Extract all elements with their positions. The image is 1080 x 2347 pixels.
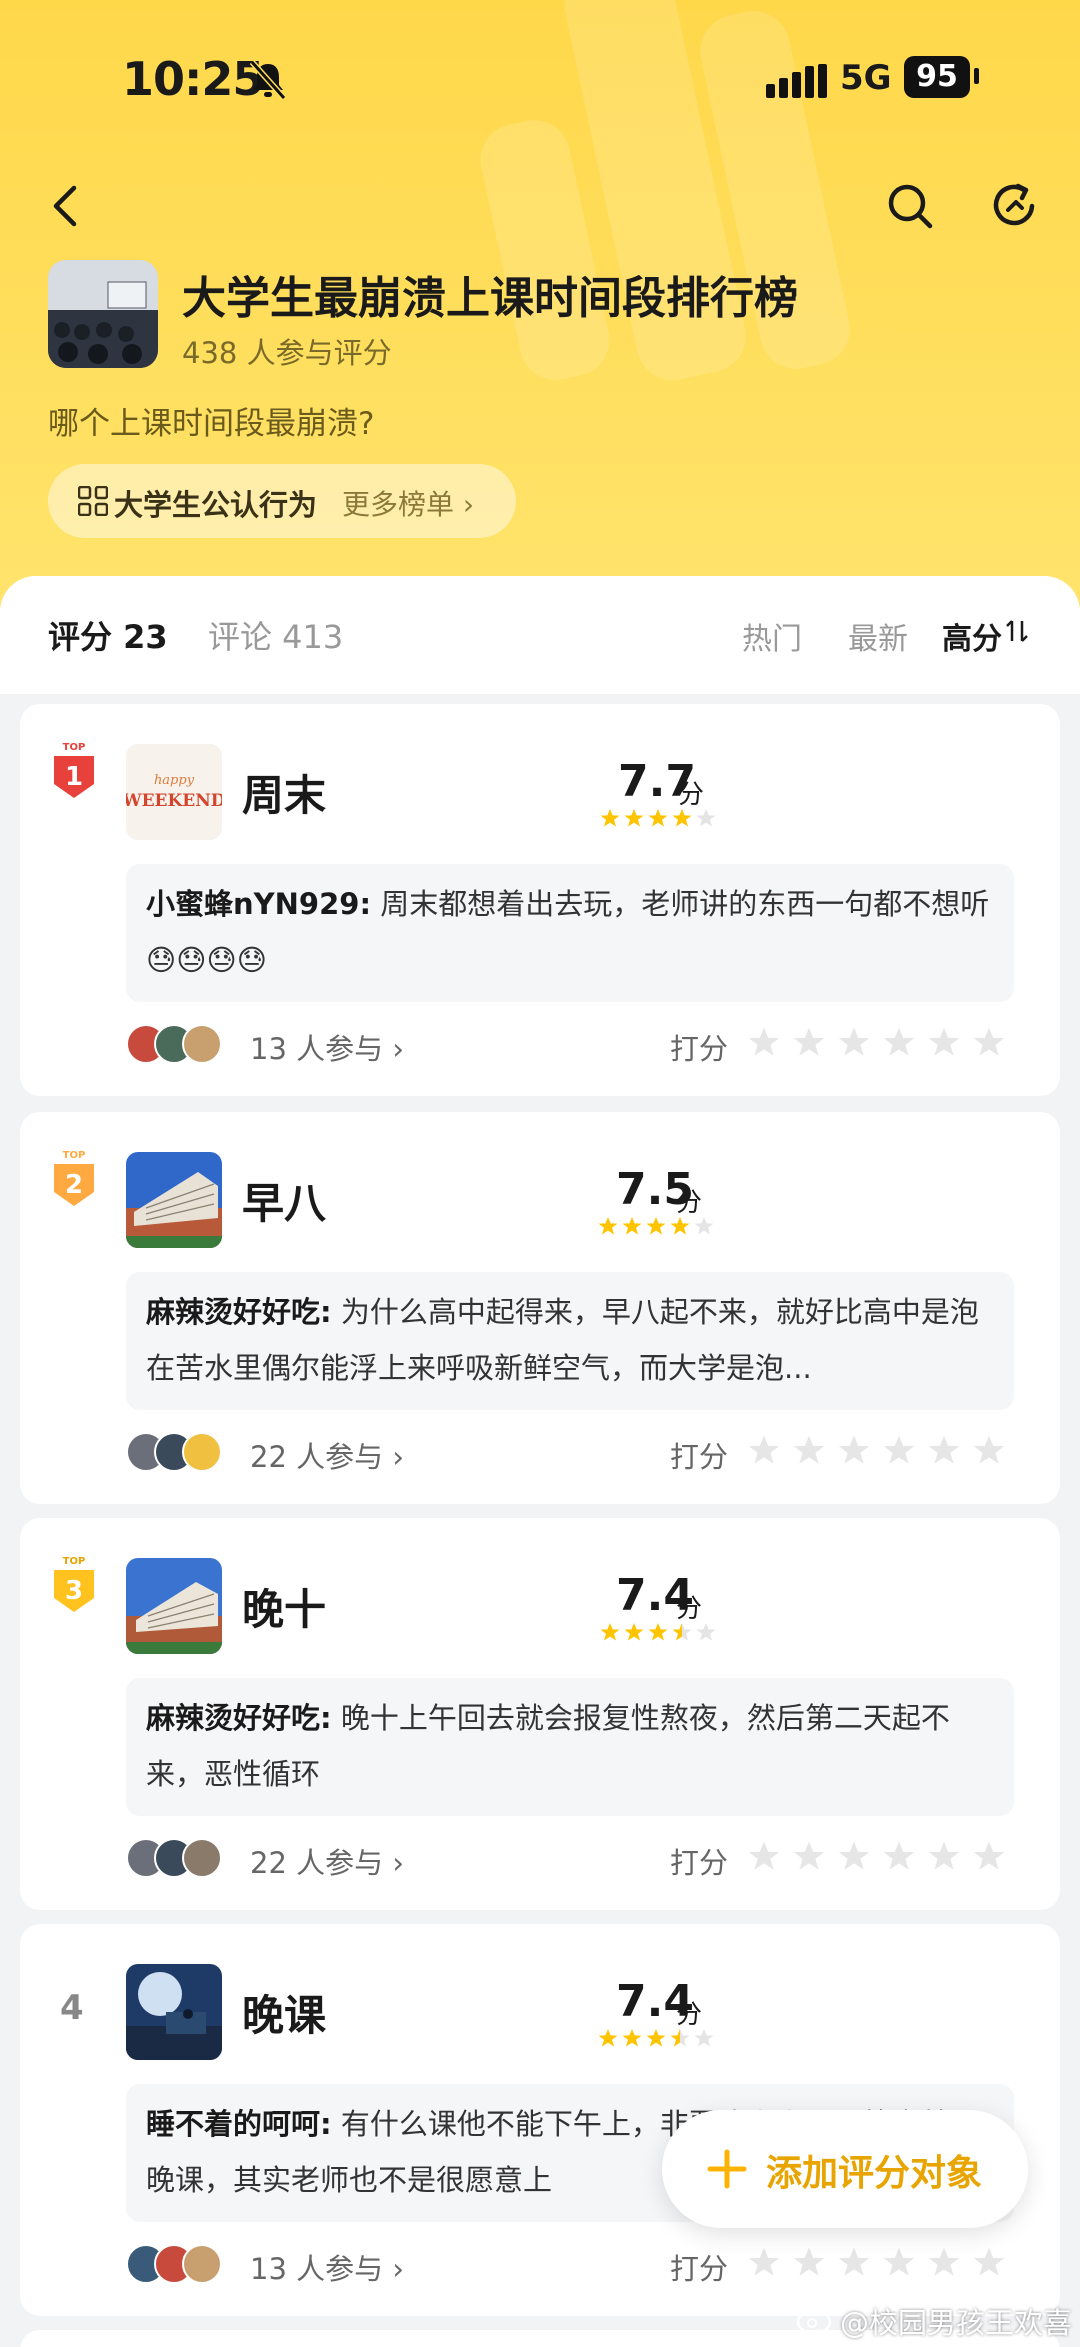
add-rating-target-button[interactable]: 添加评分对象: [662, 2110, 1028, 2228]
participant-avatars: [126, 2244, 246, 2286]
score-unit: 分: [678, 780, 705, 810]
participant-avatars: [126, 1432, 246, 1474]
page-question: 哪个上课时间段最崩溃?: [48, 406, 375, 442]
rank-number: 1: [65, 762, 83, 792]
rank-badge-top: TOP: [63, 1556, 86, 1567]
page-title: 大学生最崩溃上课时间段排行榜: [182, 273, 798, 324]
more-rankings-link[interactable]: 更多榜单 ›: [342, 483, 474, 523]
top-comment[interactable]: 麻辣烫好好吃: 晚十上午回去就会报复性熬夜，然后第二天起不来，恶性循环: [126, 1678, 1014, 1816]
comment-user: 小蜜蜂nYN929:: [146, 887, 372, 921]
signal-icon: [766, 64, 827, 98]
avatar: [182, 1432, 222, 1472]
rank-number: 3: [65, 1576, 83, 1606]
sort-hot[interactable]: 热门: [742, 614, 802, 658]
rank-number: 2: [65, 1170, 83, 1200]
item-thumbnail: [126, 1558, 222, 1654]
sort-high[interactable]: 高分: [942, 614, 1002, 658]
rate-stars-input[interactable]: [748, 2242, 1038, 2282]
ranking-card[interactable]: TOP 1 happy WEEKEND 周末 7.7 分 小蜜蜂nYN929: …: [20, 704, 1060, 1096]
score-stars-icon: [600, 1623, 716, 1641]
sort-new[interactable]: 最新: [848, 614, 908, 658]
score-stars-icon: [598, 2029, 714, 2047]
rank-badge-1: TOP 1: [54, 742, 94, 798]
participant-avatars: [126, 1024, 246, 1066]
participants-link[interactable]: 13 人参与 ›: [250, 2246, 404, 2288]
rank-badge-3: TOP 3: [54, 1556, 94, 1612]
item-name: 晚课: [242, 1991, 327, 2040]
sort-arrow-icon[interactable]: [1004, 618, 1030, 644]
tab-score[interactable]: 评分 23: [48, 612, 168, 658]
score-stars-icon: [598, 1217, 714, 1235]
battery-indicator: 95: [904, 56, 970, 98]
ranking-cover-image: [48, 260, 158, 368]
svg-text:happy: happy: [154, 773, 195, 788]
rate-label: 打分: [670, 1846, 729, 1880]
rate-label: 打分: [670, 1032, 729, 1066]
rate-stars-input[interactable]: [748, 1836, 1038, 1876]
item-thumbnail: [126, 1964, 222, 2060]
score-unit: 分: [676, 1594, 703, 1624]
mute-bell-icon: [249, 60, 287, 100]
item-name: 晚十: [242, 1585, 327, 1634]
rank-badge-2: TOP 2: [54, 1150, 94, 1206]
participant-avatars: [126, 1838, 246, 1880]
avatar: [182, 1024, 222, 1064]
score-stars-icon: [600, 809, 716, 827]
comment-user: 麻辣烫好好吃:: [146, 1295, 332, 1329]
fab-label: 添加评分对象: [766, 2153, 983, 2194]
item-name: 早八: [242, 1179, 327, 1228]
item-thumbnail: [126, 1152, 222, 1248]
comment-user: 睡不着的呵呵:: [146, 2107, 332, 2141]
avatar: [182, 2244, 222, 2284]
tab-comments[interactable]: 评论 413: [208, 612, 343, 658]
score-unit: 分: [676, 1188, 703, 1218]
plus-icon: [707, 2149, 747, 2189]
rate-stars-input[interactable]: [748, 1430, 1038, 1470]
item-thumbnail: happy WEEKEND: [126, 744, 222, 840]
item-name: 周末: [242, 771, 327, 820]
participants-link[interactable]: 13 人参与 ›: [250, 1026, 404, 1068]
rank-number: 4: [60, 1988, 84, 2028]
battery-tip: [974, 68, 979, 84]
network-type: 5G: [840, 58, 892, 98]
top-comment[interactable]: 小蜜蜂nYN929: 周末都想着出去玩，老师讲的东西一句都不想听😓😓😓😓: [126, 864, 1014, 1002]
top-comment[interactable]: 麻辣烫好好吃: 为什么高中起得来，早八起不来，就好比高中是泡在苦水里偶尔能浮上来…: [126, 1272, 1014, 1410]
chip-label: 大学生公认行为: [114, 488, 318, 522]
tab-bar: 评分 23 评论 413 热门 最新 高分: [0, 576, 1080, 694]
category-chip[interactable]: 大学生公认行为 更多榜单 ›: [48, 464, 516, 538]
rank-badge-top: TOP: [63, 1150, 86, 1161]
grid-icon: [78, 486, 108, 516]
score-unit: 分: [676, 2000, 703, 2030]
avatar: [182, 1838, 222, 1878]
ranking-card[interactable]: TOP 2 早八 7.5 分 麻辣烫好好吃: 为什么高中起得来，早八起不来，就好…: [20, 1112, 1060, 1504]
status-bar: 10:25 5G 95: [0, 48, 1080, 112]
comment-user: 麻辣烫好好吃:: [146, 1701, 332, 1735]
rank-badge-top: TOP: [63, 742, 86, 753]
rate-label: 打分: [670, 1440, 729, 1474]
ranking-card[interactable]: TOP 3 晚十 7.4 分 麻辣烫好好吃: 晚十上午回去就会报复性熬夜，然后第…: [20, 1518, 1060, 1910]
share-icon[interactable]: [988, 178, 1044, 234]
rate-label: 打分: [670, 2252, 729, 2286]
participants-link[interactable]: 22 人参与 ›: [250, 1840, 404, 1882]
watermark: @校园男孩王欢喜: [840, 2306, 1073, 2340]
rate-stars-input[interactable]: [748, 1022, 1038, 1062]
participants-link[interactable]: 22 人参与 ›: [250, 1434, 404, 1476]
participants-count: 438 人参与评分: [182, 336, 392, 370]
back-arrow-icon[interactable]: [40, 178, 96, 234]
weibo-logo-icon: [796, 2309, 832, 2335]
search-icon[interactable]: [882, 178, 938, 234]
status-time: 10:25: [122, 52, 264, 106]
svg-text:WEEKEND: WEEKEND: [126, 791, 222, 811]
